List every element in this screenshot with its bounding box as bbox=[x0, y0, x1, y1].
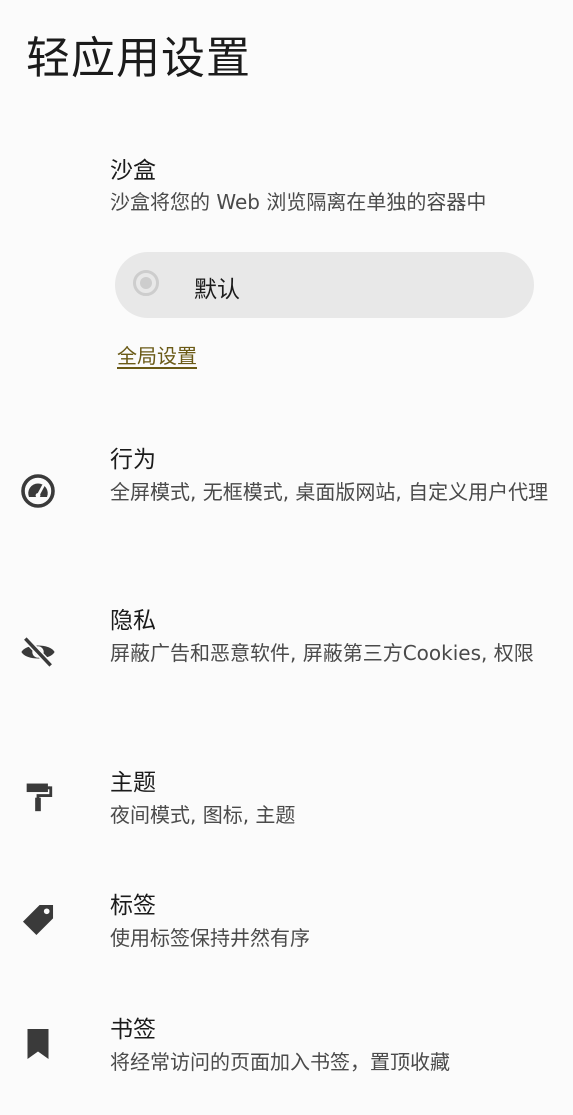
radio-button[interactable] bbox=[133, 270, 159, 296]
settings-item-privacy[interactable]: 隐私 屏蔽广告和恶意软件, 屏蔽第三方Cookies, 权限 bbox=[0, 601, 573, 711]
settings-page: 轻应用设置 沙盒 沙盒将您的 Web 浏览隔离在单独的容器中 默认 全局设置 行… bbox=[0, 0, 573, 1115]
settings-item-title: 隐私 bbox=[110, 608, 156, 634]
paint-roller-icon bbox=[18, 777, 58, 817]
tag-icon bbox=[18, 900, 58, 940]
settings-item-description: 屏蔽广告和恶意软件, 屏蔽第三方Cookies, 权限 bbox=[110, 641, 534, 665]
settings-item-description: 全屏模式, 无框模式, 桌面版网站, 自定义用户代理 bbox=[110, 480, 549, 504]
page-title: 轻应用设置 bbox=[26, 33, 251, 84]
settings-item-description: 使用标签保持井然有序 bbox=[110, 926, 310, 950]
sandbox-description: 沙盒将您的 Web 浏览隔离在单独的容器中 bbox=[110, 190, 487, 214]
settings-item-description: 将经常访问的页面加入书签，置顶收藏 bbox=[110, 1050, 450, 1074]
settings-item-title: 书签 bbox=[110, 1017, 156, 1043]
settings-item-theme[interactable]: 主题 夜间模式, 图标, 主题 bbox=[0, 763, 573, 843]
settings-item-title: 行为 bbox=[110, 447, 156, 473]
settings-item-behavior[interactable]: 行为 全屏模式, 无框模式, 桌面版网站, 自定义用户代理 bbox=[0, 440, 573, 550]
sandbox-title: 沙盒 bbox=[110, 158, 156, 184]
eye-off-icon bbox=[18, 632, 58, 672]
settings-item-tags[interactable]: 标签 使用标签保持井然有序 bbox=[0, 886, 573, 966]
settings-item-description: 夜间模式, 图标, 主题 bbox=[110, 803, 296, 827]
sandbox-default-option[interactable]: 默认 bbox=[115, 252, 534, 318]
settings-item-title: 标签 bbox=[110, 893, 156, 919]
settings-item-bookmarks[interactable]: 书签 将经常访问的页面加入书签，置顶收藏 bbox=[0, 1010, 573, 1090]
global-settings-link[interactable]: 全局设置 bbox=[117, 340, 197, 369]
sandbox-default-label: 默认 bbox=[194, 277, 240, 303]
settings-item-title: 主题 bbox=[110, 770, 156, 796]
bookmark-icon bbox=[18, 1024, 58, 1064]
speedometer-icon bbox=[18, 471, 58, 511]
